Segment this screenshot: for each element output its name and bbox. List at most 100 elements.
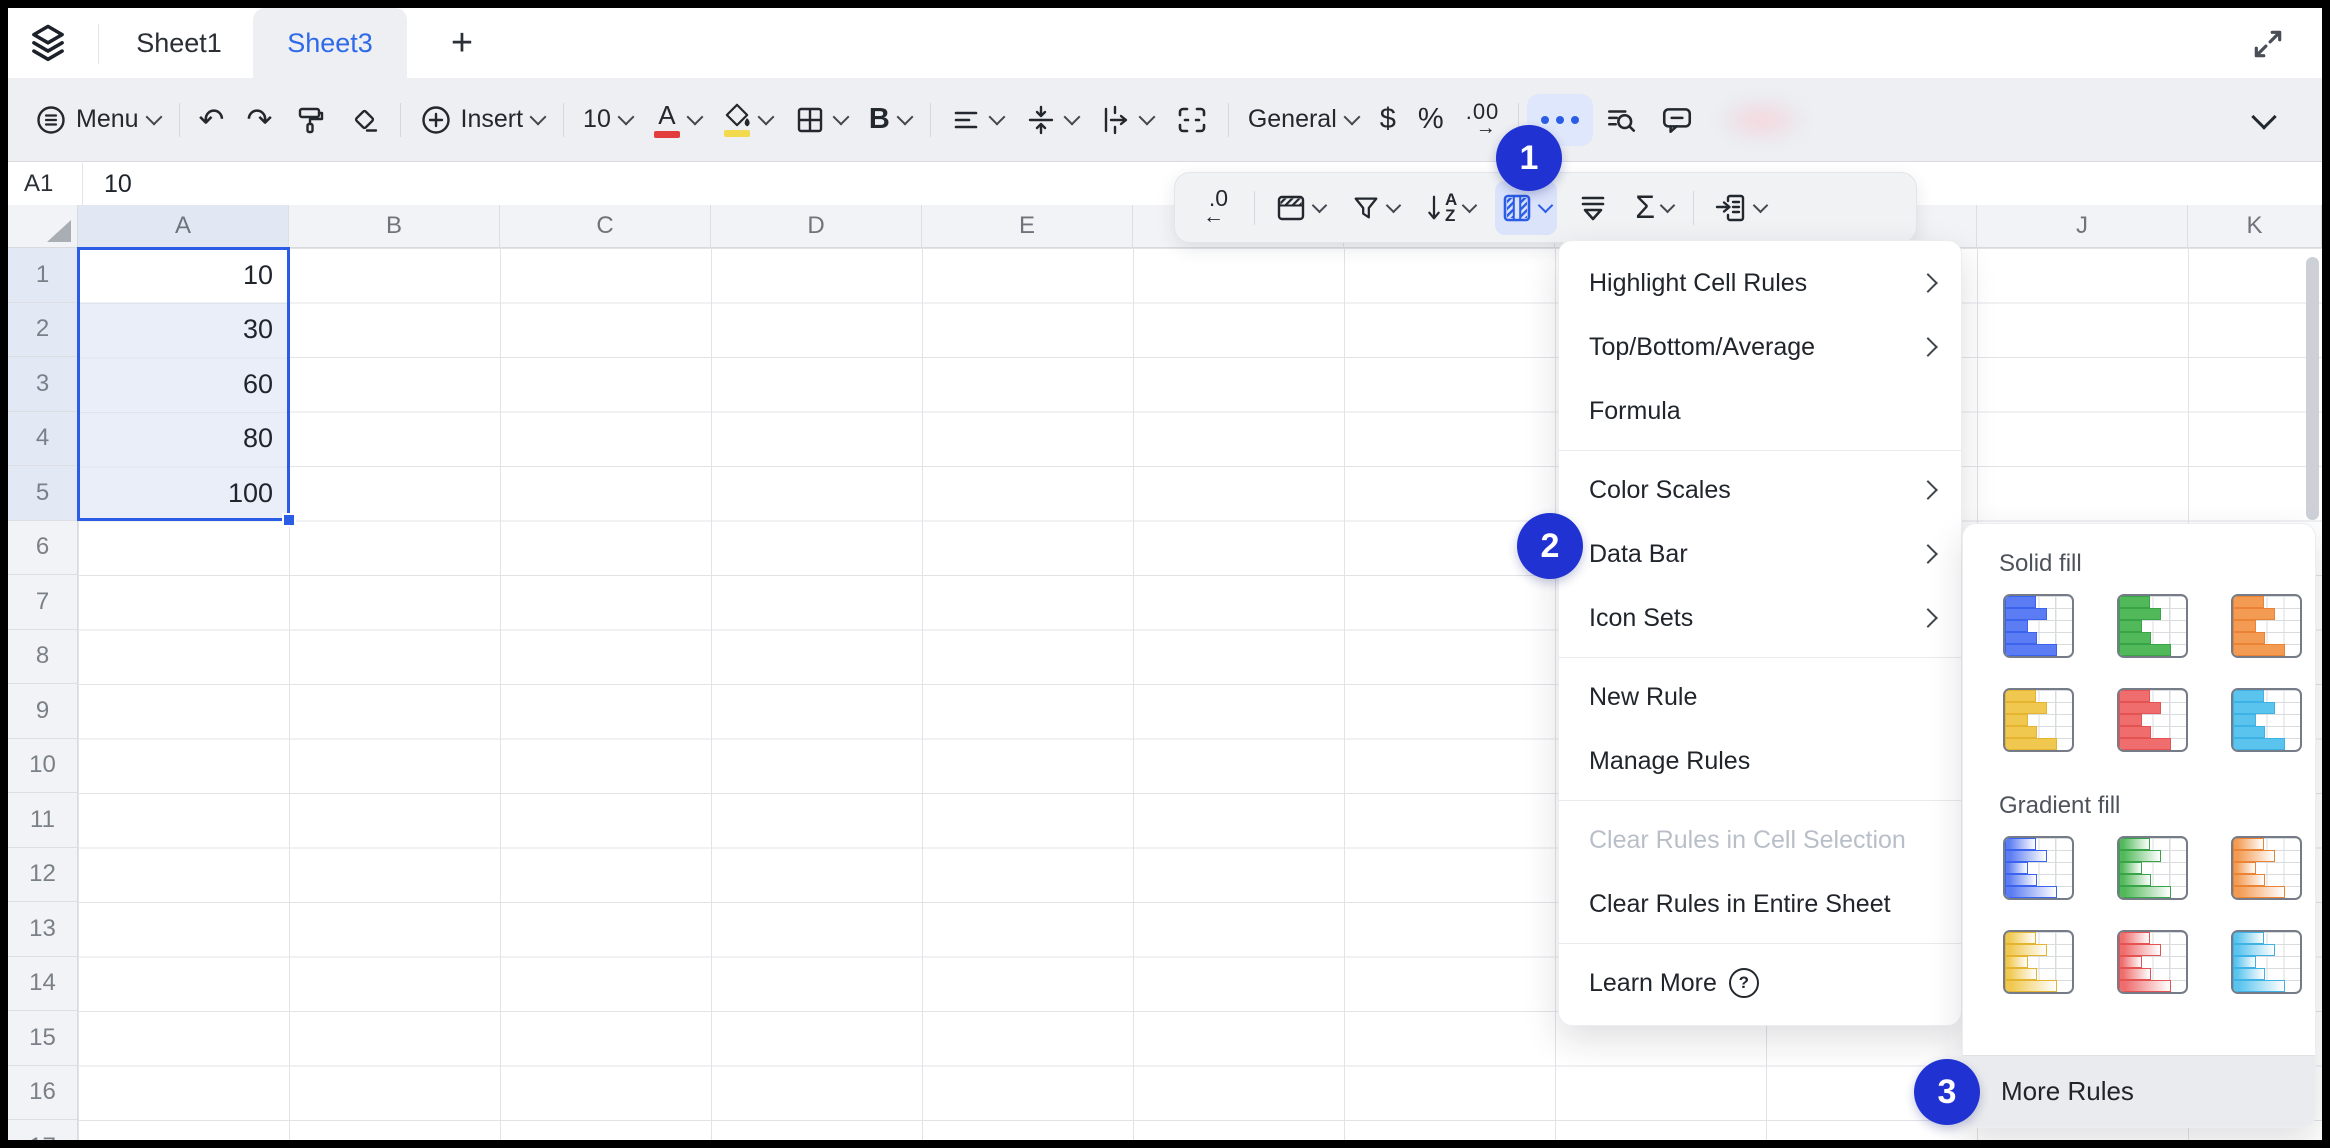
databar-bar	[2119, 608, 2161, 620]
vertical-scrollbar[interactable]	[2306, 257, 2319, 520]
app-logo[interactable]	[26, 22, 70, 66]
redo-button[interactable]: ↷	[236, 92, 284, 148]
solid-databar-swatch-orange[interactable]	[2231, 594, 2302, 658]
gradient-databar-swatch-orange[interactable]	[2231, 836, 2302, 900]
menu-item-highlight-cell-rules[interactable]: Highlight Cell Rules	[1559, 251, 1961, 315]
tab-sheet3[interactable]: Sheet3	[253, 8, 407, 78]
row-header-11[interactable]: 11	[8, 793, 77, 848]
menu-item-top-bottom-average[interactable]: Top/Bottom/Average	[1559, 315, 1961, 379]
menu-button[interactable]: Menu	[24, 92, 171, 148]
insert-button[interactable]: Insert	[409, 92, 556, 148]
gradient-databar-swatch-yellow[interactable]	[2003, 930, 2074, 994]
row-header-4[interactable]: 4	[8, 412, 77, 467]
menu-item-color-scales[interactable]: Color Scales	[1559, 458, 1961, 522]
column-header-A[interactable]: A	[78, 205, 289, 247]
sort-button[interactable]: AZ	[1419, 181, 1481, 235]
column-header-D[interactable]: D	[711, 205, 922, 247]
menu-item-clear-rules-entire-sheet[interactable]: Clear Rules in Entire Sheet	[1559, 872, 1961, 936]
undo-button[interactable]: ↶	[188, 92, 236, 148]
row-header-12[interactable]: 12	[8, 848, 77, 903]
percent-button[interactable]: %	[1407, 92, 1455, 148]
collapse-toolbar-button[interactable]	[2244, 92, 2284, 148]
formula-value: 10	[104, 170, 132, 199]
cell-name-box[interactable]: A1	[8, 163, 82, 205]
data-bar-submenu: Solid fill Gradient fill More Rules	[1962, 523, 2316, 1128]
formula-input[interactable]: 10	[104, 163, 132, 205]
find-search-button[interactable]	[1593, 92, 1649, 148]
chevron-down-icon	[2251, 104, 2276, 129]
number-format-button[interactable]: General	[1237, 92, 1369, 148]
gradient-databar-swatch-blue[interactable]	[2003, 836, 2074, 900]
gradient-databar-swatch-green[interactable]	[2117, 836, 2188, 900]
row-header-17[interactable]: 17	[8, 1120, 77, 1140]
bold-button[interactable]: B	[858, 92, 922, 148]
eraser-button[interactable]	[338, 92, 392, 148]
expand-window-button[interactable]	[2246, 22, 2290, 66]
borders-button[interactable]	[783, 92, 858, 148]
select-all-corner[interactable]	[8, 205, 78, 248]
gradient-databar-swatch-red[interactable]	[2117, 930, 2188, 994]
merge-cells-button[interactable]	[1164, 92, 1220, 148]
row-header-7[interactable]: 7	[8, 575, 77, 630]
decrease-decimal-button[interactable]: .0←	[1197, 181, 1240, 235]
menu-item-label: Manage Rules	[1589, 747, 1750, 776]
row-header-13[interactable]: 13	[8, 902, 77, 957]
insert-from-list-button[interactable]	[1708, 181, 1772, 235]
row-header-10[interactable]: 10	[8, 739, 77, 794]
solid-databar-swatch-red[interactable]	[2117, 688, 2188, 752]
gradient-databar-swatch-sky-blue[interactable]	[2231, 930, 2302, 994]
databar-bar	[2005, 644, 2057, 656]
row-header-1[interactable]: 1	[8, 248, 77, 303]
solid-databar-swatch-blue[interactable]	[2003, 594, 2074, 658]
row-header-5[interactable]: 5	[8, 466, 77, 521]
column-header-C[interactable]: C	[500, 205, 711, 247]
font-size-button[interactable]: 10	[572, 92, 643, 148]
menu-item-formula[interactable]: Formula	[1559, 379, 1961, 443]
row-header-9[interactable]: 9	[8, 684, 77, 739]
more-rules-item[interactable]: More Rules	[1963, 1055, 2315, 1127]
user-avatar-blurred[interactable]	[1715, 94, 1819, 146]
submenu-arrow-icon	[1918, 544, 1938, 564]
column-header-K[interactable]: K	[2188, 205, 2322, 247]
row-header-2[interactable]: 2	[8, 303, 77, 358]
column-header-B[interactable]: B	[289, 205, 500, 247]
solid-databar-swatch-yellow[interactable]	[2003, 688, 2074, 752]
fill-down-button[interactable]	[1571, 181, 1615, 235]
row-header-3[interactable]: 3	[8, 357, 77, 412]
menu-item-learn-more[interactable]: Learn More?	[1559, 951, 1961, 1015]
row-header-16[interactable]: 16	[8, 1066, 77, 1121]
row-header-14[interactable]: 14	[8, 957, 77, 1012]
row-header-15[interactable]: 15	[8, 1011, 77, 1066]
menu-item-label: Clear Rules in Entire Sheet	[1589, 890, 1891, 919]
menu-item-icon-sets[interactable]: Icon Sets	[1559, 586, 1961, 650]
currency-button[interactable]: $	[1369, 92, 1407, 148]
toolbar-separator	[563, 103, 564, 137]
sum-button[interactable]: Σ	[1629, 181, 1679, 235]
font-color-button[interactable]: A	[643, 92, 712, 148]
menu-item-new-rule[interactable]: New Rule	[1559, 665, 1961, 729]
horizontal-align-button[interactable]	[939, 92, 1014, 148]
text-direction-button[interactable]	[1089, 92, 1164, 148]
column-header-E[interactable]: E	[922, 205, 1133, 247]
solid-databar-swatch-green[interactable]	[2117, 594, 2188, 658]
row-header-8[interactable]: 8	[8, 630, 77, 685]
column-header-J[interactable]: J	[1977, 205, 2188, 247]
add-sheet-button[interactable]: +	[432, 8, 492, 78]
menu-item-manage-rules[interactable]: Manage Rules	[1559, 729, 1961, 793]
format-painter-button[interactable]	[284, 92, 338, 148]
vertical-align-button[interactable]	[1014, 92, 1089, 148]
freeze-panes-button[interactable]	[1269, 181, 1331, 235]
row-header-6[interactable]: 6	[8, 521, 77, 576]
chevron-down-icon	[1753, 197, 1769, 213]
selection-fill-handle[interactable]	[282, 513, 296, 527]
tab-sheet1[interactable]: Sheet1	[106, 8, 252, 78]
fill-color-button[interactable]	[712, 92, 783, 148]
databar-bar	[2233, 932, 2264, 944]
menu-item-data-bar[interactable]: Data Bar	[1559, 522, 1961, 586]
solid-databar-swatch-sky-blue[interactable]	[2231, 688, 2302, 752]
filter-button[interactable]	[1345, 181, 1405, 235]
databar-bar	[2233, 738, 2285, 750]
comment-button[interactable]	[1649, 92, 1705, 148]
databar-bar	[2233, 850, 2275, 862]
format-painter-icon	[295, 104, 327, 136]
